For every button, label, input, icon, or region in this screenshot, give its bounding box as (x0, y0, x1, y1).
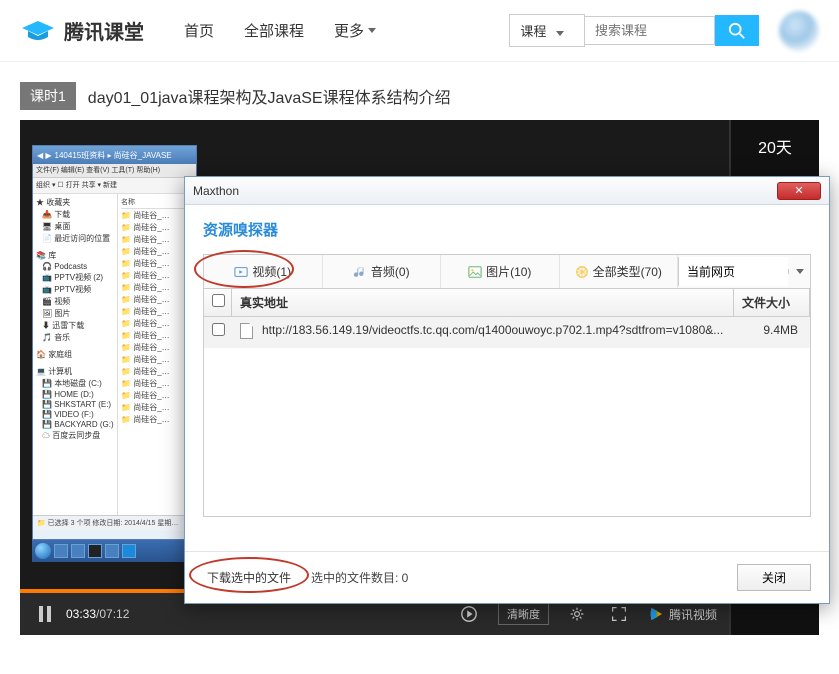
replay-icon (460, 605, 478, 623)
table-header: 真实地址 文件大小 (204, 289, 810, 317)
selected-count-label: 选中的文件数目: 0 (311, 569, 408, 586)
explorer-menubar: 文件(F) 编辑(E) 查看(V) 工具(T) 帮助(H) (33, 164, 196, 178)
sniffer-dialog: Maxthon ✕ 资源嗅探器 视频(1) 音频(0) 图片(10) 全部类型(… (184, 176, 830, 604)
tencent-video-icon (647, 605, 665, 623)
search-input[interactable] (585, 16, 715, 45)
tencent-video-brand[interactable]: 腾讯视频 (647, 605, 717, 623)
chevron-down-icon (556, 31, 564, 36)
select-all-checkbox[interactable] (212, 294, 225, 307)
dialog-titlebar[interactable]: Maxthon ✕ (185, 177, 829, 205)
lesson-badge: 课时1 (20, 82, 76, 110)
row-checkbox[interactable] (212, 323, 225, 336)
tab-image[interactable]: 图片(10) (441, 255, 560, 288)
tab-video[interactable]: 视频(1) (204, 255, 323, 288)
dialog-close-button[interactable]: ✕ (777, 182, 821, 200)
tab-audio[interactable]: 音频(0) (323, 255, 442, 288)
taskbar-item (105, 544, 119, 558)
taskbar-item (71, 544, 85, 558)
resource-table: 真实地址 文件大小 http://183.56.149.19/videoctfs… (203, 289, 811, 517)
search-category-select[interactable]: 课程 (509, 14, 585, 47)
lesson-title-bar: 课时1 day01_01java课程架构及JavaSE课程体系结构介绍 (0, 62, 839, 120)
page-select-dropdown[interactable] (788, 269, 810, 274)
explorer-tree: ★ 收藏夹 📥 下载 🖥 桌面 📄 最近访问的位置 📚 库 🎧 Podcasts… (33, 194, 118, 515)
nav-home[interactable]: 首页 (184, 20, 214, 41)
header-checkbox[interactable] (204, 289, 232, 316)
fullscreen-button[interactable] (605, 606, 633, 622)
quality-button[interactable]: 清晰度 (498, 603, 549, 625)
fullscreen-icon (611, 606, 627, 622)
explorer-titlebar: ◀ ▶ 140415班资料 ▸ 尚硅谷_JAVASE (33, 146, 196, 164)
image-icon (468, 265, 482, 279)
resource-tabs: 视频(1) 音频(0) 图片(10) 全部类型(70) 当前网页 (203, 254, 811, 289)
table-row[interactable]: http://183.56.149.19/videoctfs.tc.qq.com… (204, 317, 810, 348)
pause-icon (38, 606, 52, 622)
header-size[interactable]: 文件大小 (734, 289, 810, 316)
search-group: 课程 (509, 11, 819, 51)
user-avatar[interactable] (779, 11, 819, 51)
chevron-down-icon (368, 28, 376, 33)
replay-button[interactable] (454, 605, 484, 623)
nav-more[interactable]: 更多 (334, 20, 376, 41)
video-icon (234, 265, 248, 279)
row-url: http://183.56.149.19/videoctfs.tc.qq.com… (254, 323, 734, 342)
all-types-icon (575, 265, 589, 279)
audio-icon (353, 265, 367, 279)
site-header: 腾讯课堂 首页 全部课程 更多 课程 (0, 0, 839, 62)
explorer-statusbar: 📁 已选择 3 个项 修改日期: 2014/4/15 星期… (33, 515, 196, 531)
windows-taskbar (32, 540, 197, 562)
main-nav: 首页 全部课程 更多 (184, 20, 376, 41)
download-selected-button[interactable]: 下载选中的文件 (203, 567, 295, 588)
dialog-title-text: Maxthon (193, 184, 239, 198)
lesson-title: day01_01java课程架构及JavaSE课程体系结构介绍 (88, 84, 451, 108)
chevron-down-icon (796, 269, 804, 274)
taskbar-item (88, 544, 102, 558)
settings-button[interactable] (563, 606, 591, 622)
page-select[interactable]: 当前网页 (678, 257, 788, 286)
nav-all-courses[interactable]: 全部课程 (244, 20, 304, 41)
time-display: 03:33/07:12 (66, 607, 129, 621)
taskbar-item (54, 544, 68, 558)
row-size: 9.4MB (734, 323, 810, 342)
search-icon (728, 22, 746, 40)
gear-icon (569, 606, 585, 622)
tab-all[interactable]: 全部类型(70) (560, 255, 679, 288)
close-icon: ✕ (794, 184, 803, 197)
video-content-explorer-window: ◀ ▶ 140415班资料 ▸ 尚硅谷_JAVASE 文件(F) 编辑(E) 查… (32, 145, 197, 540)
search-button[interactable] (715, 15, 759, 46)
sidebar-days: 20天 (731, 120, 819, 164)
close-button[interactable]: 关闭 (737, 564, 811, 591)
taskbar-item (122, 544, 136, 558)
brand-logo[interactable]: 腾讯课堂 (20, 16, 144, 45)
brand-text: 腾讯课堂 (64, 16, 144, 45)
pause-button[interactable] (32, 606, 58, 622)
file-icon (240, 323, 253, 339)
sniffer-heading: 资源嗅探器 (203, 219, 811, 240)
explorer-toolbar: 组织 ▾ ☐ 打开 共享 ▾ 新建 (33, 178, 196, 194)
graduation-cap-icon (20, 19, 56, 43)
start-orb-icon (35, 543, 51, 559)
dialog-footer: 下载选中的文件 选中的文件数目: 0 关闭 (185, 551, 829, 603)
header-address[interactable]: 真实地址 (232, 289, 734, 316)
